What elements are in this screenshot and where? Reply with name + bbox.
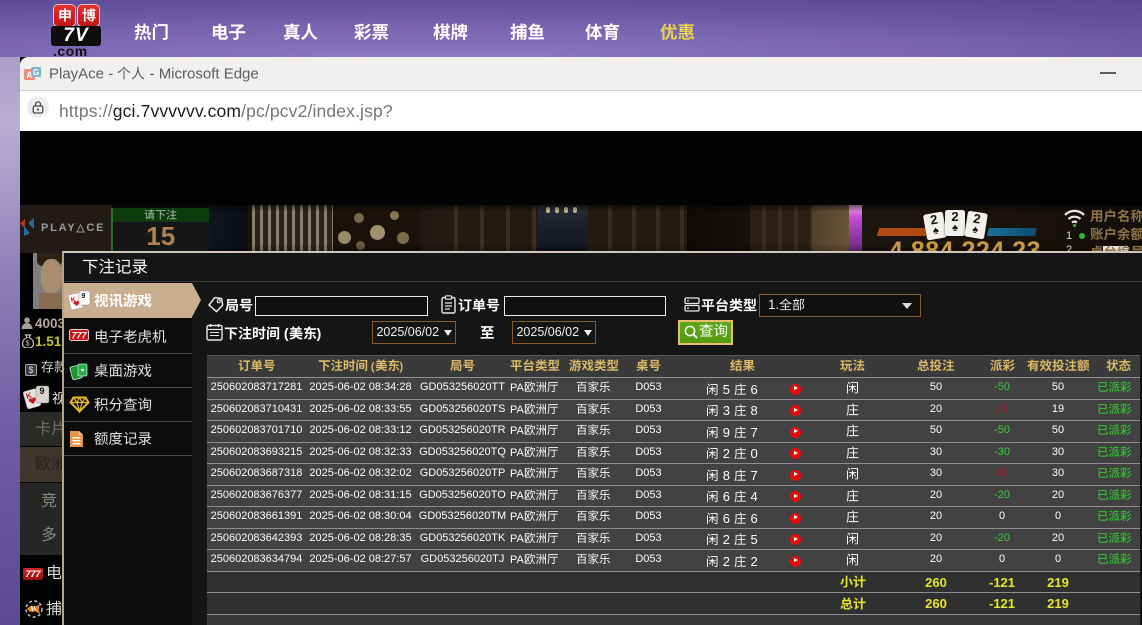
svg-text:G: G bbox=[33, 68, 39, 77]
svg-text:$: $ bbox=[26, 339, 31, 348]
svg-text:777: 777 bbox=[71, 331, 87, 341]
svg-text:9: 9 bbox=[40, 386, 45, 396]
svg-text:*: * bbox=[30, 327, 33, 331]
svg-text:9: 9 bbox=[82, 293, 86, 300]
